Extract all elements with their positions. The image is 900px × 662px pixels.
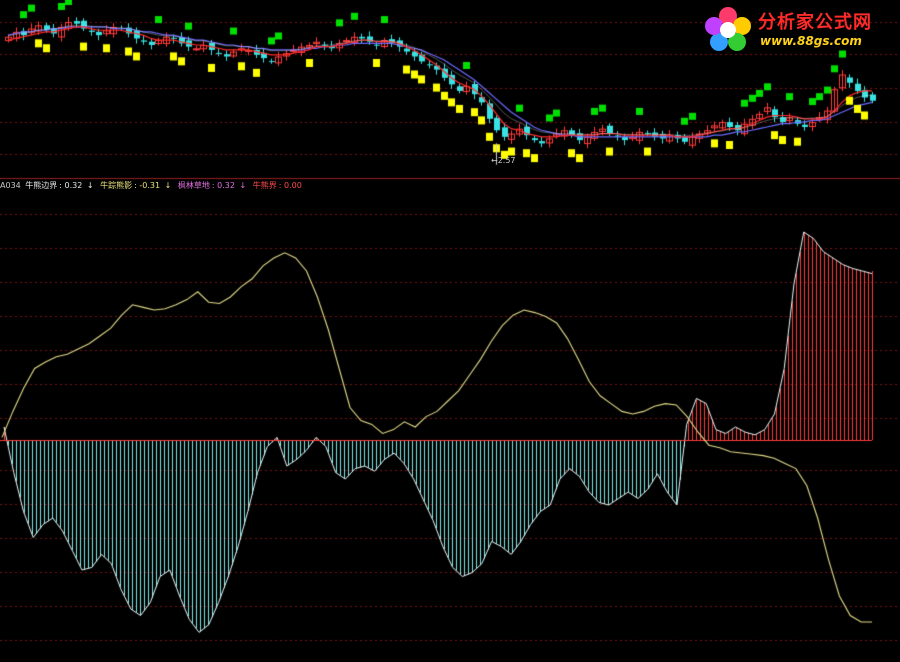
arrow-down-icon: ↓ xyxy=(86,181,94,190)
legend-item-boundary: 牛熊边界: 0.32 ↓ xyxy=(25,181,94,190)
arrow-down-icon: ↓ xyxy=(239,181,247,190)
price-low-label: ←2.57 xyxy=(491,156,516,165)
chart-canvas xyxy=(0,0,900,662)
indicator-code: A034 xyxy=(0,181,21,190)
legend-item-bound: 牛熊界: 0.00 xyxy=(252,181,302,190)
indicator-legend: A034 牛熊边界: 0.32 ↓ 牛踪熊影: -0.31 ↓ 枫林草地: 0.… xyxy=(0,180,306,192)
legend-item-grass: 枫林草地: 0.32 ↓ xyxy=(177,181,247,190)
site-logo: 分析家公式网 www.88gs.com xyxy=(700,2,900,56)
legend-item-trace: 牛踪熊影: -0.31 ↓ xyxy=(100,181,172,190)
logo-url: www.88gs.com xyxy=(760,34,862,48)
flower-logo-icon xyxy=(705,7,751,51)
arrow-down-icon: ↓ xyxy=(164,181,172,190)
logo-title: 分析家公式网 xyxy=(758,12,872,33)
